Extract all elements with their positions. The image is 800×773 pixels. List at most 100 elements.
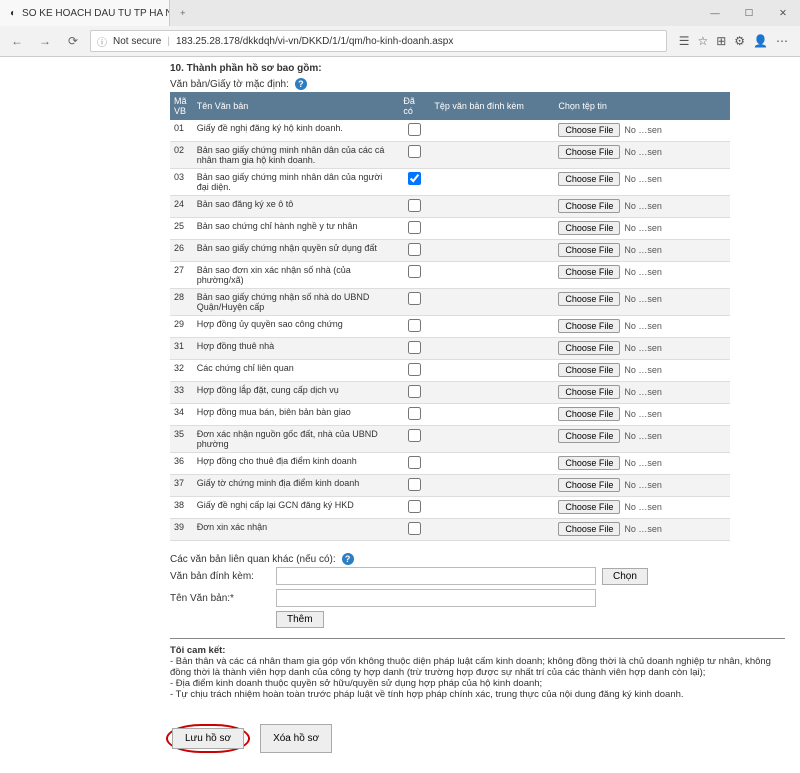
th-daco: Đã có [399,92,430,120]
cell-daco [399,316,430,338]
file-status: No …sen [624,480,662,490]
table-row: 28Bản sao giấy chứng nhận số nhà do UBND… [170,289,730,316]
attach-input[interactable] [276,567,596,585]
file-status: No …sen [624,458,662,468]
daco-checkbox[interactable] [408,265,421,278]
cell-chon: Choose File No …sen [554,453,730,475]
cell-chon: Choose FileNo …sen [554,289,730,316]
other-documents: Các văn bản liên quan khác (nếu có): ? V… [170,553,730,628]
choose-file-button[interactable]: Choose File [558,407,620,421]
cell-chon: Choose FileNo …sen [554,360,730,382]
forward-button[interactable]: → [34,30,56,52]
file-status: No …sen [624,502,662,512]
table-row: 31Hợp đồng thuê nhàChoose FileNo …sen [170,338,730,360]
favorites-icon[interactable]: ☆ [697,34,708,48]
minimize-button[interactable]: — [698,0,732,26]
choose-other-button[interactable]: Chọn [602,568,648,585]
cell-ten: Giấy đề nghị đăng ký hộ kinh doanh. [193,120,400,142]
choose-file-button[interactable]: Choose File [558,199,620,213]
refresh-button[interactable]: ⟳ [62,30,84,52]
choose-file-button[interactable]: Choose File [558,243,620,257]
daco-checkbox[interactable] [408,172,421,185]
cell-daco [399,519,430,541]
daco-checkbox[interactable] [408,363,421,376]
cell-ma: 35 [170,426,193,453]
daco-checkbox[interactable] [408,341,421,354]
cell-chon: Choose File No …sen [554,475,730,497]
file-status: No …sen [624,321,662,331]
settings-icon[interactable]: ⚙ [734,34,745,48]
choose-file-button[interactable]: Choose File [558,522,620,536]
daco-checkbox[interactable] [408,456,421,469]
daco-checkbox[interactable] [408,145,421,158]
extensions-icon[interactable]: ⊞ [716,34,726,48]
daco-checkbox[interactable] [408,385,421,398]
choose-file-button[interactable]: Choose File [558,385,620,399]
choose-file-button[interactable]: Choose File [558,363,620,377]
daco-checkbox[interactable] [408,292,421,305]
daco-checkbox[interactable] [408,500,421,513]
choose-file-button[interactable]: Choose File [558,456,620,470]
choose-file-button[interactable]: Choose File [558,172,620,186]
choose-file-button[interactable]: Choose File [558,292,620,306]
daco-checkbox[interactable] [408,123,421,136]
choose-file-button[interactable]: Choose File [558,221,620,235]
daco-checkbox[interactable] [408,319,421,332]
choose-file-button[interactable]: Choose File [558,500,620,514]
daco-checkbox[interactable] [408,478,421,491]
maximize-button[interactable]: ☐ [732,0,766,26]
daco-checkbox[interactable] [408,522,421,535]
browser-tab[interactable]: ◐ SO KE HOACH DAU TU TP HA N × [0,0,170,26]
help-icon[interactable]: ? [342,553,354,565]
cell-chon: Choose File No …sen [554,316,730,338]
save-button[interactable]: Lưu hồ sơ [172,728,244,749]
doc-group-label: Văn bản/Giấy tờ mặc định: ? [170,78,790,90]
table-row: 35Đơn xác nhận nguồn gốc đất, nhà của UB… [170,426,730,453]
daco-checkbox[interactable] [408,407,421,420]
daco-checkbox[interactable] [408,199,421,212]
file-status: No …sen [624,524,662,534]
reading-list-icon[interactable]: ☰ [679,34,690,48]
back-button[interactable]: ← [6,30,28,52]
help-icon[interactable]: ? [295,78,307,90]
globe-icon: ◐ [10,8,16,19]
section-title: 10. Thành phần hồ sơ bao gồm: [170,63,790,74]
cell-ma: 28 [170,289,193,316]
cell-chon: Choose FileNo …sen [554,240,730,262]
attach-label: Văn bản đính kèm: [170,571,270,582]
menu-icon[interactable]: ⋯ [776,34,788,48]
cell-ma: 26 [170,240,193,262]
choose-file-button[interactable]: Choose File [558,145,620,159]
close-window-button[interactable]: ✕ [766,0,800,26]
cell-tep [430,382,554,404]
cell-ma: 38 [170,497,193,519]
cell-tep [430,289,554,316]
daco-checkbox[interactable] [408,243,421,256]
cell-ma: 03 [170,169,193,196]
delete-button[interactable]: Xóa hồ sơ [260,724,332,753]
daco-checkbox[interactable] [408,221,421,234]
choose-file-button[interactable]: Choose File [558,478,620,492]
documents-table: Mã VB Tên Văn bản Đã có Tệp văn bản đính… [170,92,730,541]
choose-file-button[interactable]: Choose File [558,319,620,333]
docname-input[interactable] [276,589,596,607]
cell-chon: Choose FileNo …sen [554,120,730,142]
choose-file-button[interactable]: Choose File [558,429,620,443]
table-row: 01Giấy đề nghị đăng ký hộ kinh doanh.Cho… [170,120,730,142]
cell-daco [399,382,430,404]
choose-file-button[interactable]: Choose File [558,265,620,279]
profile-icon[interactable]: 👤 [753,34,768,48]
file-status: No …sen [624,387,662,397]
choose-file-button[interactable]: Choose File [558,123,620,137]
cell-ma: 39 [170,519,193,541]
daco-checkbox[interactable] [408,429,421,442]
cell-ma: 33 [170,382,193,404]
choose-file-button[interactable]: Choose File [558,341,620,355]
cell-ten: Giấy tờ chứng minh địa điểm kinh doanh [193,475,400,497]
th-tep: Tệp văn bản đính kèm [430,92,554,120]
cell-ten: Bản sao đơn xin xác nhận số nhà (của phư… [193,262,400,289]
new-tab-button[interactable]: + [170,8,196,19]
table-row: 27Bản sao đơn xin xác nhận số nhà (của p… [170,262,730,289]
url-field[interactable]: ⓘ Not secure | 183.25.28.178/dkkdqh/vi-v… [90,30,667,52]
add-button[interactable]: Thêm [276,611,324,628]
